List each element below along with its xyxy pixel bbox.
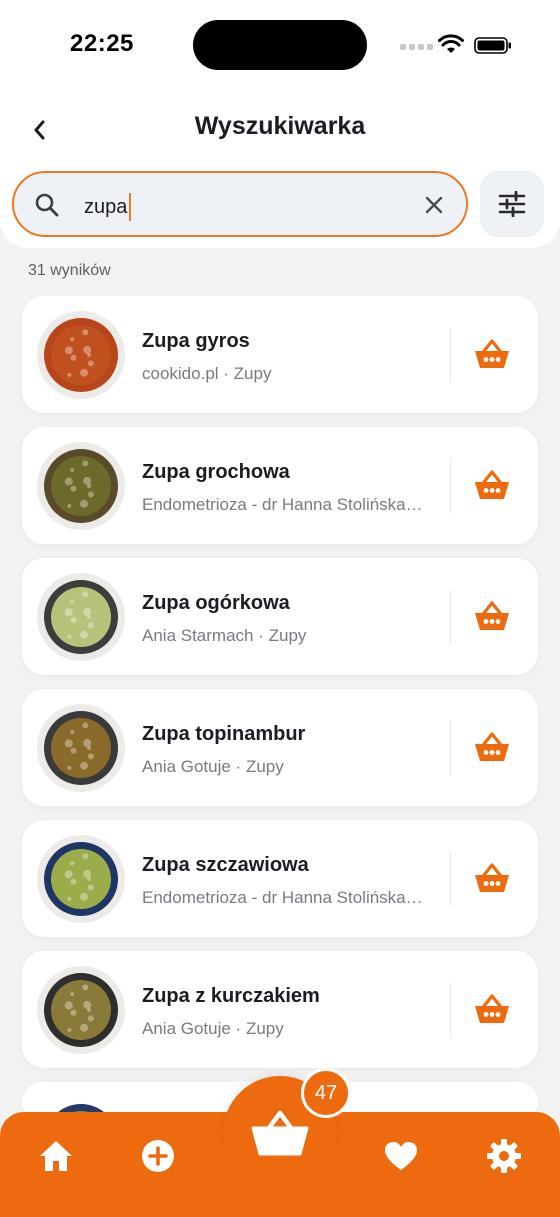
nav-settings[interactable] [484,1136,524,1176]
add-to-basket-button[interactable] [470,465,514,505]
search-value-wrap: zupa [84,193,132,221]
recipe-image [37,311,125,399]
card-divider [450,328,451,382]
recipe-meta: Ania Gotuje · Zupy [142,1019,284,1038]
gear-icon [487,1139,521,1173]
plus-icon [142,1140,174,1172]
card-divider [450,590,451,644]
text-caret [129,193,132,221]
basket-count-badge: 47 [301,1068,351,1118]
recipe-thumbnail [36,965,126,1055]
search-header: Wyszukiwarka zupa [0,90,560,248]
card-divider [450,852,451,906]
nav-add[interactable] [138,1136,178,1176]
recipe-image [37,966,125,1054]
page-title: Wyszukiwarka [194,112,366,140]
recipe-image [37,573,125,661]
basket-icon [475,601,509,630]
recipe-meta: cookido.pl · Zupy [142,364,272,383]
recipe-image [37,835,125,923]
recipe-name: Zupa szczawiowa [142,854,309,876]
card-divider [450,983,451,1037]
dynamic-island [193,20,367,70]
basket-icon [251,1110,309,1156]
wifi-icon [438,34,464,53]
add-to-basket-button[interactable] [470,858,514,898]
heart-icon [385,1142,417,1170]
recipe-thumbnail [36,441,126,531]
recipe-meta: Endometrioza - dr Hanna Stolińska · Zupy [142,495,424,514]
recipe-card[interactable]: Zupa gyros cookido.pl · Zupy [22,296,538,413]
recipe-thumbnail [36,834,126,924]
signal-icon [400,44,433,52]
recipe-card[interactable]: Zupa grochowa Endometrioza - dr Hanna Sto… [22,427,538,544]
status-time: 22:25 [70,30,134,57]
recipe-meta: Endometrioza - dr Hanna Stolińska · Zupy [142,888,424,907]
recipe-card[interactable]: Zupa topinambur Ania Gotuje · Zupy [22,689,538,806]
recipe-card[interactable]: Zupa z kurczakiem Ania Gotuje · Zupy [22,951,538,1068]
recipe-name: Zupa z kurczakiem [142,985,320,1007]
clear-icon[interactable] [422,193,446,217]
add-to-basket-button[interactable] [470,334,514,374]
basket-icon [475,470,509,499]
recipe-thumbnail [36,703,126,793]
recipe-name: Zupa gyros [142,330,250,352]
add-to-basket-button[interactable] [470,596,514,636]
recipe-thumbnail [36,572,126,662]
add-to-basket-button[interactable] [470,727,514,767]
result-count: 31 wyników [28,262,111,279]
filter-icon [498,191,526,217]
status-bar: 22:25 [0,0,560,90]
result-list: Zupa gyros cookido.pl · Zupy Zupa grochowa… [22,296,538,1136]
filter-button[interactable] [480,171,544,237]
recipe-meta: Ania Gotuje · Zupy [142,757,284,776]
search-input[interactable]: zupa [12,171,468,237]
add-to-basket-button[interactable] [470,989,514,1029]
battery-icon [474,37,511,54]
nav-favorites[interactable] [381,1136,421,1176]
card-divider [450,721,451,775]
recipe-card[interactable]: Zupa ogórkowa Ania Starmach · Zupy [22,558,538,675]
basket-icon [475,339,509,368]
nav-home[interactable] [36,1136,76,1176]
basket-icon [475,863,509,892]
recipe-name: Zupa topinambur [142,723,306,745]
recipe-thumbnail [36,310,126,400]
recipe-meta: Ania Starmach · Zupy [142,626,307,645]
basket-icon [475,732,509,761]
recipe-card[interactable]: Zupa szczawiowa Endometrioza - dr Hanna S… [22,820,538,937]
recipe-image [37,704,125,792]
recipe-name: Zupa grochowa [142,461,290,483]
recipe-name: Zupa ogórkowa [142,592,290,614]
basket-icon [475,994,509,1023]
search-icon [35,193,59,217]
card-divider [450,459,451,513]
home-icon [40,1141,72,1171]
search-value: zupa [84,195,128,218]
recipe-image [37,442,125,530]
